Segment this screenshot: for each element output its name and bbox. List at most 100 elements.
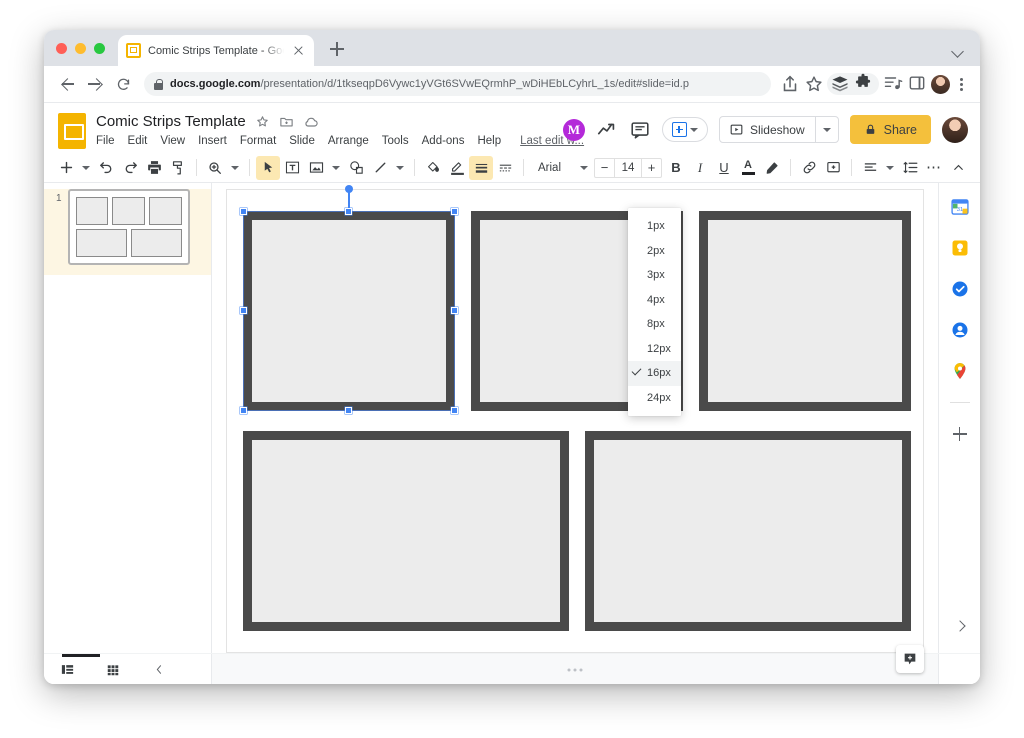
line-options-button[interactable] <box>392 156 408 180</box>
browser-profile-avatar[interactable] <box>931 75 950 94</box>
speaker-notes-bar[interactable] <box>212 654 938 684</box>
slide-canvas[interactable]: 1px 2px 3px 4px 8px 12px 16px 24px <box>226 189 924 653</box>
menu-arrange[interactable]: Arrange <box>328 135 369 147</box>
menu-insert[interactable]: Insert <box>198 135 227 147</box>
new-slide-options-button[interactable] <box>78 156 94 180</box>
google-calendar-icon[interactable]: 31 <box>950 197 970 217</box>
chrome-menu-icon[interactable] <box>952 74 970 94</box>
fill-color-icon[interactable] <box>421 156 445 180</box>
border-weight-option-3px[interactable]: 3px <box>628 263 681 288</box>
google-contacts-icon[interactable] <box>950 320 970 340</box>
menu-addons[interactable]: Add-ons <box>422 135 465 147</box>
chevron-right-icon[interactable] <box>951 617 969 635</box>
cloud-saved-icon[interactable] <box>303 114 318 129</box>
align-options-button[interactable] <box>882 156 898 180</box>
comic-panel-4[interactable] <box>243 431 569 631</box>
side-panel-icon[interactable] <box>907 73 929 95</box>
slideshow-button[interactable]: Slideshow <box>719 116 839 143</box>
border-weight-option-4px[interactable]: 4px <box>628 288 681 313</box>
collapse-toolbar-icon[interactable] <box>946 156 970 180</box>
border-weight-option-12px[interactable]: 12px <box>628 337 681 362</box>
more-options-icon[interactable]: ⋯ <box>922 156 946 180</box>
user-avatar[interactable] <box>942 117 968 143</box>
menu-edit[interactable]: Edit <box>128 135 148 147</box>
border-weight-option-2px[interactable]: 2px <box>628 239 681 264</box>
thumbnail-item-1[interactable]: 1 <box>44 189 190 265</box>
border-weight-icon[interactable] <box>469 156 493 180</box>
speaker-notes-icon[interactable] <box>896 645 924 673</box>
menu-file[interactable]: File <box>96 135 115 147</box>
move-to-folder-icon[interactable] <box>279 114 294 129</box>
mural-addon-icon[interactable] <box>563 119 585 141</box>
border-color-icon[interactable] <box>445 156 469 180</box>
line-icon[interactable] <box>368 156 392 180</box>
underline-button[interactable]: U <box>712 156 736 180</box>
font-size-increase-button[interactable]: + <box>642 159 661 177</box>
image-icon[interactable] <box>304 156 328 180</box>
image-options-button[interactable] <box>328 156 344 180</box>
thumbnail-slide-preview[interactable] <box>68 189 190 265</box>
puzzle-extension-icon[interactable] <box>854 73 876 95</box>
share-button[interactable]: Share <box>850 115 931 144</box>
border-weight-option-8px[interactable]: 8px <box>628 312 681 337</box>
redo-icon[interactable] <box>118 156 142 180</box>
border-weight-option-16px[interactable]: 16px <box>628 361 681 386</box>
extensions-stack-icon[interactable] <box>830 73 852 95</box>
maximize-window-button[interactable] <box>94 43 105 54</box>
slide-canvas-area[interactable]: 1px 2px 3px 4px 8px 12px 16px 24px <box>212 183 938 653</box>
menu-view[interactable]: View <box>160 135 185 147</box>
forward-arrow-icon[interactable] <box>82 71 108 97</box>
reload-icon[interactable] <box>110 71 136 97</box>
slides-logo-icon[interactable] <box>58 113 86 149</box>
add-rail-app-button[interactable] <box>950 424 970 444</box>
rotation-handle[interactable] <box>345 185 353 193</box>
reading-list-icon[interactable] <box>883 73 905 95</box>
insert-comment-icon[interactable] <box>821 156 845 180</box>
close-tab-icon[interactable] <box>291 43 306 58</box>
new-slide-icon[interactable] <box>54 156 78 180</box>
font-size-stepper[interactable]: − 14 + <box>594 158 662 178</box>
font-size-value[interactable]: 14 <box>614 159 642 177</box>
menu-format[interactable]: Format <box>240 135 276 147</box>
print-icon[interactable] <box>142 156 166 180</box>
minimize-window-button[interactable] <box>75 43 86 54</box>
browser-tab[interactable]: Comic Strips Template - Googl <box>118 35 314 66</box>
menu-tools[interactable]: Tools <box>382 135 409 147</box>
shape-icon[interactable] <box>344 156 368 180</box>
filmstrip-view-icon[interactable] <box>44 654 90 684</box>
text-color-icon[interactable]: A <box>736 156 760 180</box>
comment-history-icon[interactable] <box>629 119 651 141</box>
comic-panel-5[interactable] <box>585 431 911 631</box>
extensions-group[interactable] <box>827 73 879 95</box>
google-tasks-icon[interactable] <box>950 279 970 299</box>
menu-help[interactable]: Help <box>477 135 501 147</box>
google-keep-icon[interactable] <box>950 238 970 258</box>
text-box-icon[interactable] <box>280 156 304 180</box>
slideshow-main[interactable]: Slideshow <box>720 117 815 142</box>
paint-format-icon[interactable] <box>166 156 190 180</box>
border-weight-option-1px[interactable]: 1px <box>628 214 681 239</box>
insert-link-icon[interactable] <box>797 156 821 180</box>
font-family-chevron-down-icon[interactable] <box>576 156 592 180</box>
border-weight-dropdown[interactable]: 1px 2px 3px 4px 8px 12px 16px 24px <box>628 208 681 416</box>
bold-button[interactable]: B <box>664 156 688 180</box>
select-icon[interactable] <box>256 156 280 180</box>
font-size-decrease-button[interactable]: − <box>595 159 614 177</box>
share-icon[interactable] <box>779 73 801 95</box>
zoom-options-button[interactable] <box>227 156 243 180</box>
url-bar[interactable]: docs.google.com/presentation/d/1tkseqpD6… <box>144 72 771 96</box>
explore-trend-icon[interactable] <box>596 119 618 141</box>
highlight-color-icon[interactable] <box>760 156 784 180</box>
align-icon[interactable] <box>858 156 882 180</box>
font-family-selector[interactable]: Arial <box>530 162 576 174</box>
border-dash-icon[interactable] <box>493 156 517 180</box>
document-title[interactable]: Comic Strips Template <box>96 113 246 130</box>
collapse-panel-icon[interactable] <box>136 654 182 684</box>
grid-view-icon[interactable] <box>90 654 136 684</box>
add-addon-button[interactable] <box>662 117 708 142</box>
back-arrow-icon[interactable] <box>54 71 80 97</box>
close-window-button[interactable] <box>56 43 67 54</box>
new-tab-button[interactable] <box>327 39 347 59</box>
line-spacing-icon[interactable] <box>898 156 922 180</box>
undo-icon[interactable] <box>94 156 118 180</box>
